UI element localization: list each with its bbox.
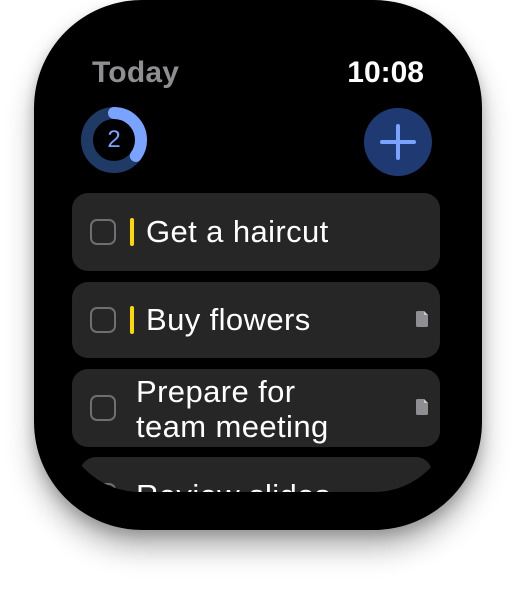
task-title-line-2: team meeting	[136, 409, 329, 444]
task-checkbox[interactable]	[90, 307, 116, 333]
add-task-button[interactable]	[364, 108, 432, 176]
clock-time: 10:08	[347, 56, 424, 89]
task-checkbox[interactable]	[90, 395, 116, 421]
task-row[interactable]: Prepare for team meeting	[72, 369, 440, 447]
watch-screen: Today 10:08 2 Get a haircut Buy flowers	[62, 40, 452, 492]
page-title: Today	[92, 56, 180, 89]
remaining-count: 2	[107, 126, 121, 153]
watch-frame: Today 10:08 2 Get a haircut Buy flowers	[34, 0, 482, 530]
flag-marker	[130, 306, 134, 334]
plus-icon	[380, 124, 416, 160]
task-checkbox[interactable]	[90, 483, 116, 492]
task-title: Buy flowers	[146, 302, 311, 337]
task-title: Review slides	[136, 479, 331, 493]
note-document-icon	[416, 399, 428, 415]
task-title: Get a haircut	[146, 214, 329, 249]
task-row[interactable]: Buy flowers	[72, 282, 440, 358]
task-title-line-1: Prepare for	[136, 374, 296, 409]
flag-marker	[130, 218, 134, 246]
note-document-icon	[416, 311, 428, 327]
task-checkbox[interactable]	[90, 219, 116, 245]
task-row[interactable]: Review slides	[80, 457, 432, 492]
task-row[interactable]: Get a haircut	[72, 193, 440, 271]
